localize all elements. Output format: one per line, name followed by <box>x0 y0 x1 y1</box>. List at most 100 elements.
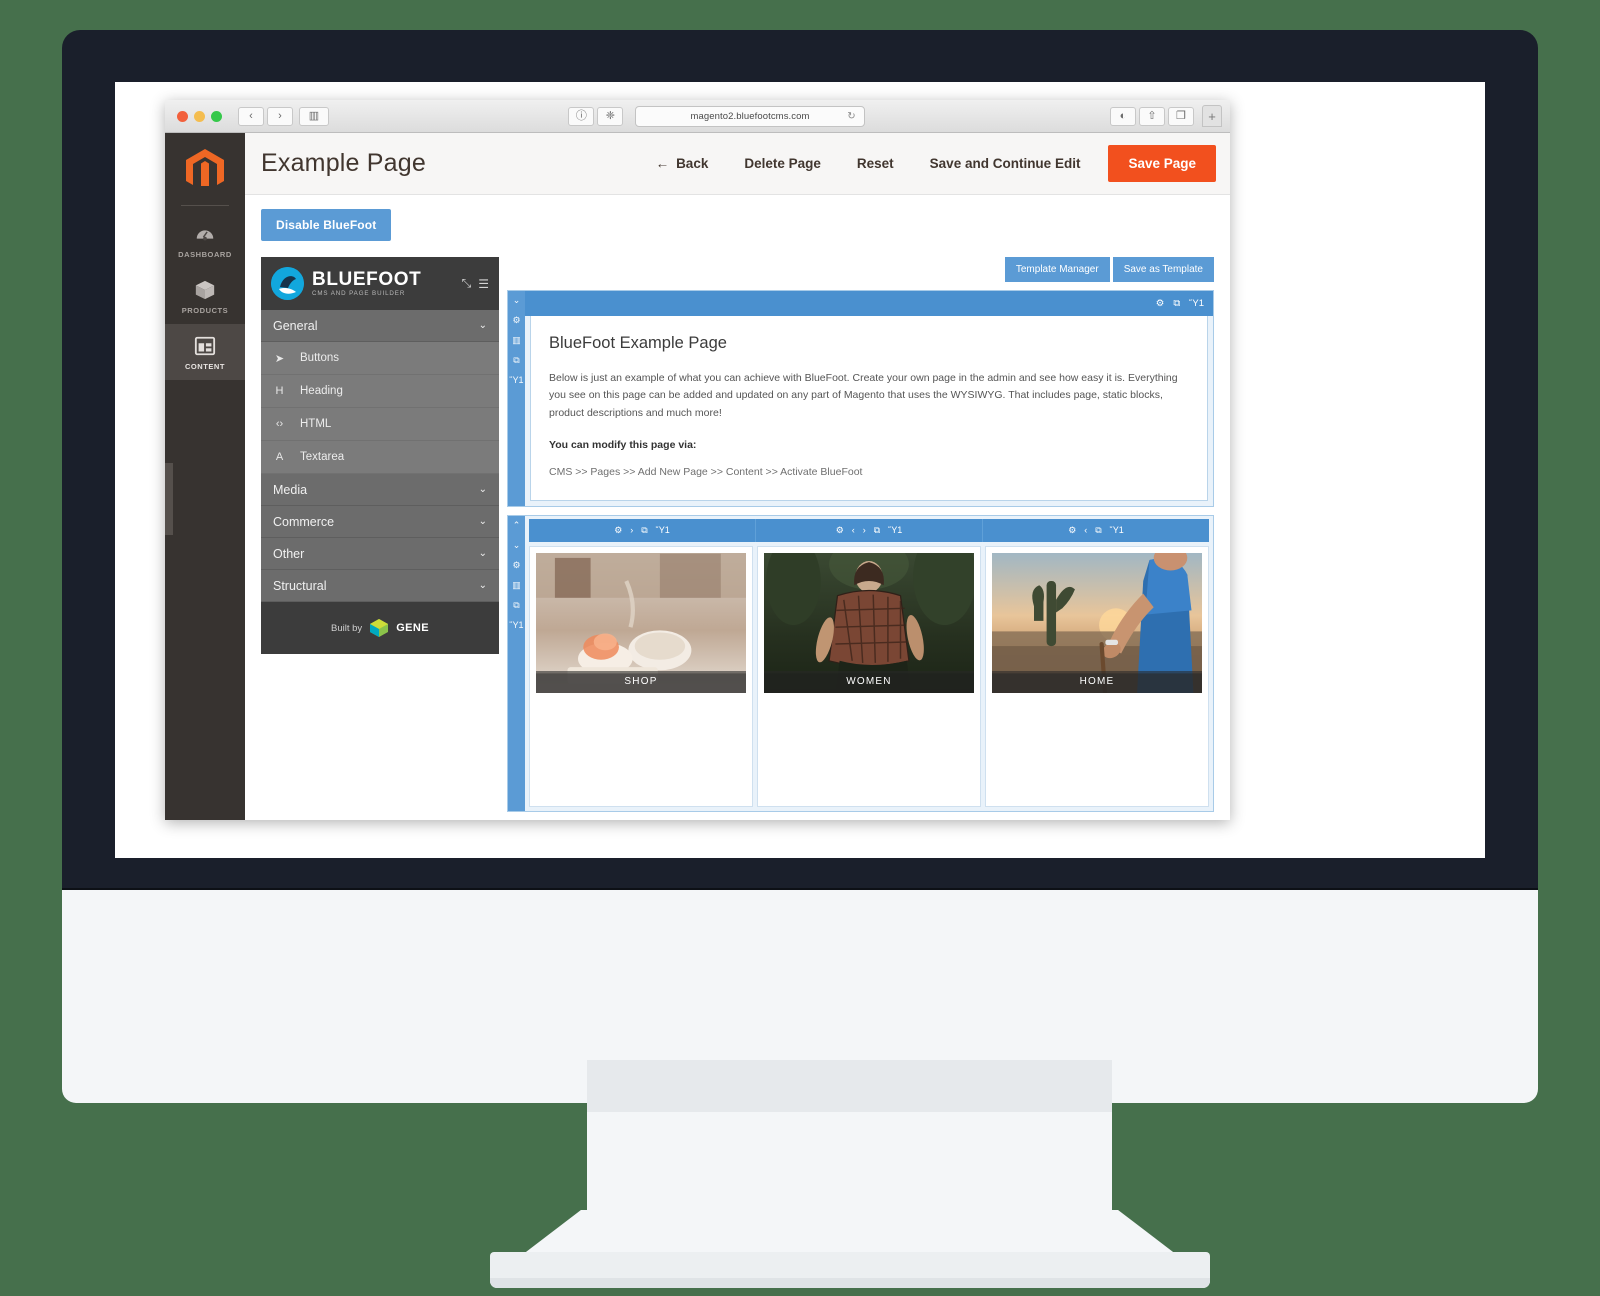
delete-page-button[interactable]: Delete Page <box>726 156 839 171</box>
move-left-icon[interactable]: ‹ <box>1084 525 1087 535</box>
sidebar-item-content[interactable]: CONTENT <box>165 324 245 380</box>
save-page-button[interactable]: Save Page <box>1108 145 1216 182</box>
card-caption-women: WOMEN <box>764 670 974 693</box>
trash-icon[interactable]: Ὕ1 <box>509 620 523 630</box>
gear-icon[interactable]: ⚙ <box>614 525 622 536</box>
close-window-button[interactable] <box>177 110 188 122</box>
duplicate-icon[interactable]: ⧉ <box>1173 298 1180 309</box>
page-builder-area: BLUEFOOT CMS AND PAGE BUILDER ⤡ ☰ Genera… <box>261 257 1214 820</box>
gear-icon[interactable]: ⚙ <box>1068 525 1076 536</box>
cards-row: SHOP WOMEN HOME <box>525 542 1213 811</box>
sidebar-scroll-indicator[interactable] <box>165 463 173 535</box>
reset-button[interactable]: Reset <box>839 156 912 171</box>
layout-icon <box>193 334 217 358</box>
expand-icon[interactable]: ⤡ <box>462 276 472 291</box>
save-and-continue-button[interactable]: Save and Continue Edit <box>912 156 1099 171</box>
info-icon[interactable]: ⓘ <box>568 106 595 126</box>
move-right-icon[interactable]: › <box>863 525 866 535</box>
columns-icon[interactable]: ▥ <box>512 580 521 590</box>
template-manager-button[interactable]: Template Manager <box>1004 257 1110 282</box>
bluefoot-group-commerce[interactable]: Commerce ⌄ <box>261 506 499 538</box>
duplicate-icon[interactable]: ⧉ <box>641 525 647 536</box>
sidebar-item-products[interactable]: PRODUCTS <box>165 268 245 324</box>
columns-icon[interactable]: ▥ <box>512 336 521 345</box>
bluefoot-title: BLUEFOOT <box>312 268 422 290</box>
chevron-down-icon: ⌄ <box>478 484 487 495</box>
bluefoot-item-html[interactable]: ‹› HTML <box>261 408 499 441</box>
bluefoot-group-structural[interactable]: Structural ⌄ <box>261 570 499 602</box>
bluefoot-panel-footer: Built by GENE <box>261 602 499 654</box>
delete-page-label: Delete Page <box>744 156 821 171</box>
forward-icon[interactable]: › <box>267 106 293 126</box>
tabs-icon[interactable]: ❐ <box>1167 106 1194 126</box>
magento-logo-icon[interactable] <box>184 147 226 193</box>
menu-icon[interactable]: ☰ <box>478 277 489 291</box>
gear-icon[interactable]: ⚙ <box>836 525 844 536</box>
gear-icon[interactable]: ⚙ <box>512 560 520 570</box>
card-toolbar-women: ⚙ ‹ › ⧉ Ὕ1 <box>756 518 983 542</box>
content-paragraph: Below is just an example of what you can… <box>549 372 1178 419</box>
trash-icon[interactable]: Ὕ1 <box>509 376 523 385</box>
sidebar-item-dashboard[interactable]: DASHBOARD <box>165 212 245 268</box>
card-image-shop: SHOP <box>536 552 746 693</box>
monitor-neck-shade <box>587 1060 1112 1112</box>
trash-icon[interactable]: Ὕ1 <box>656 525 670 535</box>
bluefoot-item-textarea[interactable]: A Textarea <box>261 441 499 474</box>
bluefoot-group-general[interactable]: General ⌄ <box>261 310 499 342</box>
card-home[interactable]: HOME <box>985 545 1209 807</box>
share-icon[interactable]: ⇧ <box>1138 106 1165 126</box>
trash-icon[interactable]: Ὕ1 <box>1189 298 1204 309</box>
reload-icon[interactable]: ↻ <box>847 111 855 122</box>
bluefoot-group-media[interactable]: Media ⌄ <box>261 474 499 506</box>
url-text: magento2.bluefootcms.com <box>690 110 810 122</box>
back-arrow-icon: ← <box>655 156 670 171</box>
minimize-window-button[interactable] <box>194 110 205 122</box>
card-caption-home: HOME <box>992 670 1202 693</box>
shield-icon[interactable]: ❈ <box>597 106 624 126</box>
gear-icon[interactable]: ⚙ <box>1156 298 1165 309</box>
content-block-body[interactable]: BlueFoot Example Page Below is just an e… <box>530 316 1208 501</box>
disable-bluefoot-button[interactable]: Disable BlueFoot <box>261 209 392 241</box>
heading-icon: H <box>275 385 284 397</box>
chevron-up-icon[interactable]: ⌃ <box>513 520 521 530</box>
card-shop[interactable]: SHOP <box>529 545 753 807</box>
reset-label: Reset <box>856 156 894 171</box>
trash-icon[interactable]: Ὕ1 <box>888 525 902 535</box>
duplicate-icon[interactable]: ⧉ <box>513 356 519 365</box>
duplicate-icon[interactable]: ⧉ <box>1095 525 1101 536</box>
reader-icon[interactable]: ◐ <box>1109 106 1136 126</box>
content-modify-label: You can modify this page via: <box>549 438 697 451</box>
back-button[interactable]: ← Back <box>638 156 727 171</box>
monitor-screen: ‹ › ▥ ⓘ ❈ magento2.bluefootcms.com ↻ ◐ ⇧ <box>115 82 1485 858</box>
sidebar-label-products: PRODUCTS <box>181 306 229 315</box>
bluefoot-group-label: Structural <box>273 578 327 593</box>
move-right-icon[interactable]: › <box>630 525 633 535</box>
url-bar[interactable]: magento2.bluefootcms.com ↻ <box>635 105 865 127</box>
sidebar-toggle-icon[interactable]: ▥ <box>299 106 329 126</box>
new-tab-button[interactable]: + <box>1201 105 1222 127</box>
save-as-template-button[interactable]: Save as Template <box>1112 257 1214 282</box>
gear-icon[interactable]: ⚙ <box>512 316 520 325</box>
bluefoot-item-buttons[interactable]: ➤ Buttons <box>261 342 499 375</box>
duplicate-icon[interactable]: ⧉ <box>513 600 519 610</box>
sidebar-divider <box>181 205 229 206</box>
move-left-icon[interactable]: ‹ <box>852 525 855 535</box>
content-block-text: ⌄ ⚙ ▥ ⧉ Ὕ1 ⚙ ⧉ Ὕ1 BlueFoot Example Page … <box>507 290 1214 507</box>
monitor-neck-taper <box>522 1210 1177 1255</box>
bluefoot-item-label: HTML <box>300 418 332 430</box>
bluefoot-logo-icon <box>271 267 304 300</box>
cards-block-inner: ⚙ › ⧉ Ὕ1 ⚙ ‹ › ⧉ Ὕ1 ⚙ ‹ ⧉ Ὕ1 SHOP WOMEN … <box>525 516 1213 811</box>
chevron-down-icon[interactable]: ⌄ <box>513 540 521 550</box>
chevron-down-icon: ⌄ <box>478 516 487 527</box>
browser-toolbar: ‹ › ▥ ⓘ ❈ magento2.bluefootcms.com ↻ ◐ ⇧ <box>165 100 1230 133</box>
window-controls[interactable] <box>177 110 222 122</box>
header-actions: ← Back Delete Page Reset Save and Contin… <box>638 133 1230 194</box>
bluefoot-group-other[interactable]: Other ⌄ <box>261 538 499 570</box>
bluefoot-item-heading[interactable]: H Heading <box>261 375 499 408</box>
card-women[interactable]: WOMEN <box>757 545 981 807</box>
maximize-window-button[interactable] <box>211 110 222 122</box>
chevron-down-icon[interactable]: ⌄ <box>513 296 521 305</box>
back-icon[interactable]: ‹ <box>238 106 264 126</box>
duplicate-icon[interactable]: ⧉ <box>874 525 880 536</box>
trash-icon[interactable]: Ὕ1 <box>1110 525 1124 535</box>
